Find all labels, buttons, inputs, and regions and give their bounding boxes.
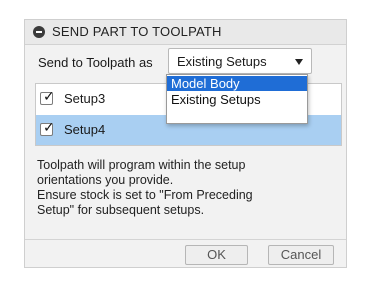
info-line: Ensure stock is set to "From Preceding [37,188,253,202]
collapse-icon[interactable] [33,26,45,38]
dialog-title: SEND PART TO TOOLPATH [52,24,222,39]
setup-checkbox[interactable]: ✓ [40,119,55,136]
send-part-to-toolpath-dialog: SEND PART TO TOOLPATH Send to Toolpath a… [24,19,347,268]
footer-divider [25,239,346,240]
send-to-toolpath-label: Send to Toolpath as [38,55,153,70]
info-line: Toolpath will program within the setup [37,158,246,172]
setup-label: Setup4 [64,122,106,137]
chevron-down-icon [295,59,303,65]
send-as-select[interactable]: Existing Setups [168,48,312,74]
send-as-dropdown-menu: Model Body Existing Setups [166,74,308,124]
info-text: Toolpath will program within the setup o… [37,158,337,218]
send-as-select-value: Existing Setups [177,54,267,69]
dropdown-option-model-body[interactable]: Model Body [167,76,307,91]
info-line: orientations you provide. [37,173,174,187]
checkmark-icon: ✓ [43,88,55,104]
cancel-button[interactable]: Cancel [268,245,334,265]
info-line: Setup" for subsequent setups. [37,203,205,217]
ok-button[interactable]: OK [185,245,248,265]
checkmark-icon: ✓ [43,119,55,135]
dialog-titlebar: SEND PART TO TOOLPATH [25,20,346,45]
setup-checkbox[interactable]: ✓ [40,88,55,105]
dropdown-option-existing-setups[interactable]: Existing Setups [167,92,307,107]
setup-label: Setup3 [64,91,106,106]
